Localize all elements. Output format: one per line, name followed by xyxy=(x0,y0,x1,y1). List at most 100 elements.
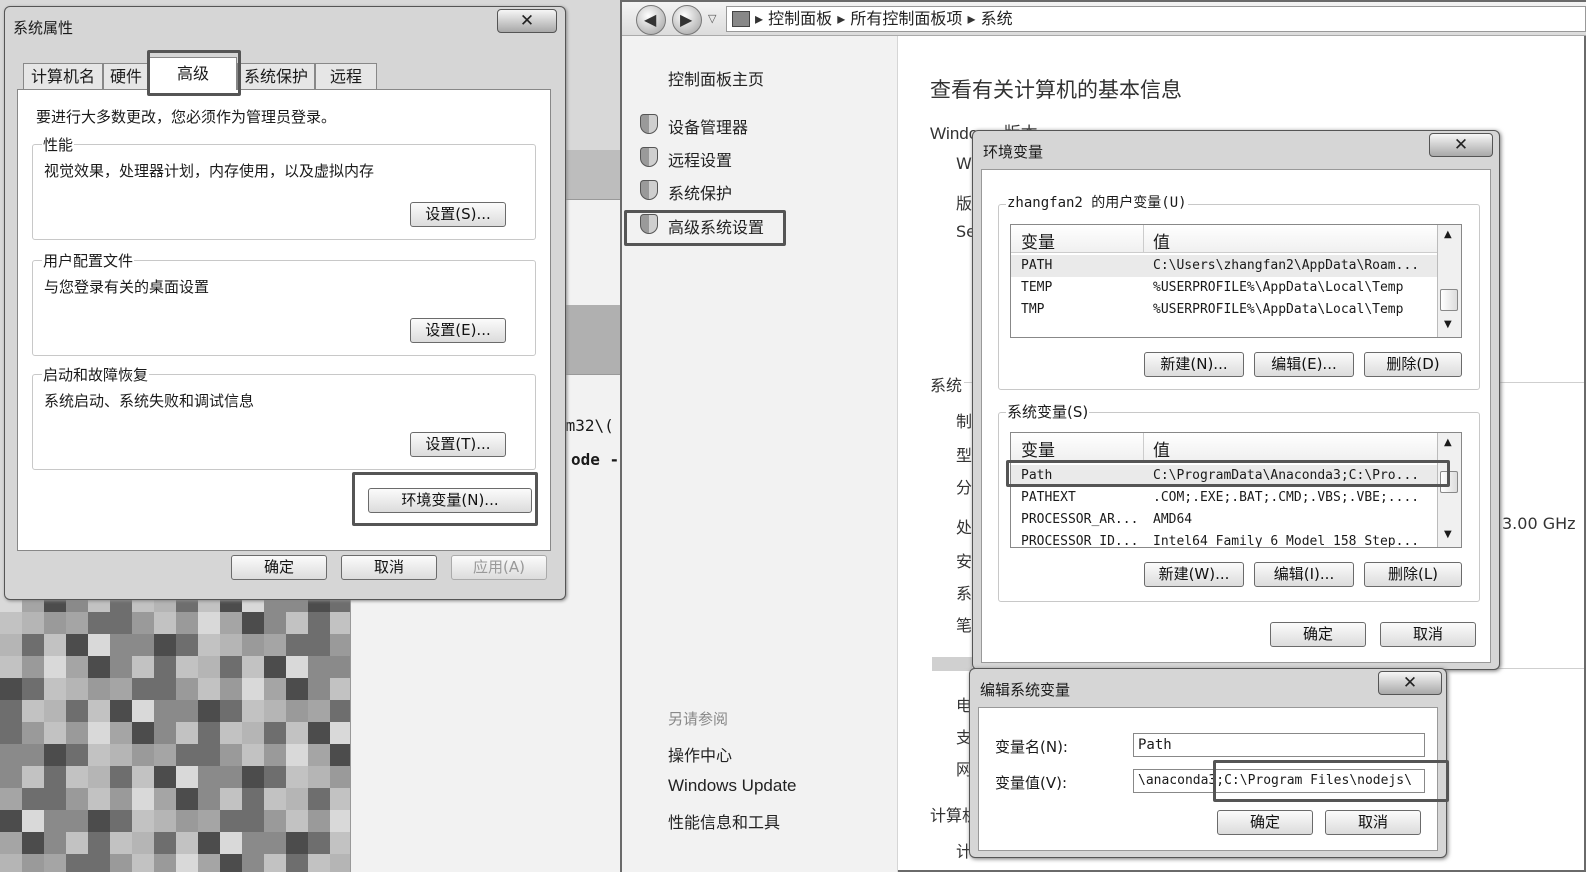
table-row[interactable]: PATHEXT .COM;.EXE;.BAT;.CMD;.VBS;.VBE;..… xyxy=(1011,487,1437,509)
forward-button[interactable]: ▶ xyxy=(672,5,702,35)
group-label-startup-recovery: 启动和故障恢复 xyxy=(42,364,150,385)
mosaic-tile xyxy=(22,700,44,722)
tab-computer-name[interactable]: 计算机名 xyxy=(23,63,103,90)
address-bar[interactable]: ▸ 控制面板 ▸ 所有控制面板项 ▸ 系统 xyxy=(726,6,1586,32)
user-delete-button[interactable]: 删除(D) xyxy=(1364,352,1462,377)
close-icon: ✕ xyxy=(519,11,535,31)
system-variables-label: 系统变量(S) xyxy=(1006,401,1090,422)
apply-button[interactable]: 应用(A) xyxy=(451,555,547,580)
mosaic-tile xyxy=(110,700,132,722)
cancel-button[interactable]: 取消 xyxy=(341,555,437,580)
system-edit-button[interactable]: 编辑(I)... xyxy=(1254,562,1354,587)
cancel-button[interactable]: 取消 xyxy=(1325,810,1421,835)
breadcrumb-item[interactable]: 系统 xyxy=(981,9,1013,28)
column-header-variable[interactable]: 变量 xyxy=(1021,228,1055,253)
close-button[interactable]: ✕ xyxy=(1429,133,1493,157)
table-row[interactable]: TMP %USERPROFILE%\AppData\Local\Temp xyxy=(1011,299,1437,321)
performance-settings-button[interactable]: 设置(S)... xyxy=(410,202,506,227)
mosaic-tile xyxy=(176,832,198,854)
table-row[interactable]: PROCESSOR_AR... AMD64 xyxy=(1011,509,1437,531)
sidebar-item-remote-settings[interactable]: 远程设置 xyxy=(668,147,732,171)
system-new-button[interactable]: 新建(W)... xyxy=(1144,562,1244,587)
mosaic-tile xyxy=(0,766,22,788)
mosaic-tile xyxy=(154,854,176,872)
back-button[interactable]: ◀ xyxy=(636,5,666,35)
system-delete-button[interactable]: 删除(L) xyxy=(1364,562,1462,587)
mosaic-tile xyxy=(132,744,154,766)
see-also-action-center[interactable]: 操作中心 xyxy=(668,742,732,766)
scroll-up-icon[interactable]: ▲ xyxy=(1444,437,1452,448)
mosaic-tile xyxy=(88,832,110,854)
startup-recovery-description: 系统启动、系统失败和调试信息 xyxy=(44,392,255,410)
mosaic-tile xyxy=(22,810,44,832)
group-label-performance: 性能 xyxy=(42,134,75,155)
mosaic-tile xyxy=(0,678,22,700)
user-profiles-settings-button[interactable]: 设置(E)... xyxy=(410,318,506,343)
vertical-scrollbar[interactable]: ▲ ▼ xyxy=(1437,433,1461,547)
column-header-value[interactable]: 值 xyxy=(1153,228,1170,253)
variable-name-input[interactable]: Path xyxy=(1133,733,1425,757)
close-button[interactable]: ✕ xyxy=(497,9,557,33)
mosaic-tile xyxy=(88,722,110,744)
sidebar-item-system-protection[interactable]: 系统保护 xyxy=(668,180,732,204)
column-header-variable[interactable]: 变量 xyxy=(1021,436,1055,461)
user-new-button[interactable]: 新建(N)... xyxy=(1144,352,1244,377)
history-dropdown-icon[interactable]: ▽ xyxy=(708,12,716,25)
mosaic-tile xyxy=(176,744,198,766)
scroll-down-icon[interactable]: ▼ xyxy=(1444,319,1452,330)
system-variables-list[interactable]: 变量 值 Path C:\ProgramData\Anaconda3;C:\Pr… xyxy=(1010,432,1462,548)
mosaic-tile xyxy=(66,612,88,634)
breadcrumb-item[interactable]: 所有控制面板项 xyxy=(850,9,962,28)
edit-variable-body: 变量名(N): Path 变量值(V): \anaconda3;C:\Progr… xyxy=(978,707,1449,851)
info-label-fragment: 系 xyxy=(956,584,973,603)
table-row[interactable]: PROCESSOR_ID... Intel64 Family 6 Model 1… xyxy=(1011,531,1437,547)
mosaic-tile xyxy=(110,678,132,700)
user-edit-button[interactable]: 编辑(E)... xyxy=(1254,352,1354,377)
breadcrumb-item[interactable]: 控制面板 xyxy=(768,9,832,28)
mosaic-tile xyxy=(308,744,330,766)
ok-button[interactable]: 确定 xyxy=(231,555,327,580)
mosaic-tile xyxy=(154,700,176,722)
mosaic-tile xyxy=(220,722,242,744)
mosaic-tile xyxy=(220,634,242,656)
column-header-value[interactable]: 值 xyxy=(1153,436,1170,461)
table-row[interactable]: PATH C:\Users\zhangfan2\AppData\Roam... xyxy=(1011,255,1437,277)
table-row[interactable]: TEMP %USERPROFILE%\AppData\Local\Temp xyxy=(1011,277,1437,299)
mosaic-tile xyxy=(66,744,88,766)
mosaic-tile xyxy=(330,634,350,656)
mosaic-tile xyxy=(0,700,22,722)
see-also-performance-tools[interactable]: 性能信息和工具 xyxy=(668,809,780,833)
scroll-up-icon[interactable]: ▲ xyxy=(1444,229,1452,240)
see-also-windows-update[interactable]: Windows Update xyxy=(668,776,797,796)
variable-name-cell: TMP xyxy=(1021,302,1045,317)
column-divider xyxy=(1143,433,1144,461)
highlight-box xyxy=(1213,760,1449,802)
ok-button[interactable]: 确定 xyxy=(1270,622,1366,647)
tab-hardware[interactable]: 硬件 xyxy=(103,63,149,90)
mosaic-tile xyxy=(242,854,264,872)
sidebar-home-link[interactable]: 控制面板主页 xyxy=(668,66,764,90)
mosaic-tile xyxy=(88,656,110,678)
mosaic-tile xyxy=(154,832,176,854)
mosaic-tile xyxy=(198,810,220,832)
vertical-scrollbar[interactable]: ▲ ▼ xyxy=(1437,225,1461,337)
mosaic-tile xyxy=(132,634,154,656)
user-variables-list[interactable]: 变量 值 PATH C:\Users\zhangfan2\AppData\Roa… xyxy=(1010,224,1462,338)
mosaic-tile xyxy=(88,788,110,810)
tab-remote[interactable]: 远程 xyxy=(315,63,377,90)
sidebar-item-device-manager[interactable]: 设备管理器 xyxy=(668,114,748,138)
tab-system-protection[interactable]: 系统保护 xyxy=(237,63,315,90)
ok-button[interactable]: 确定 xyxy=(1217,810,1313,835)
scroll-thumb[interactable] xyxy=(1440,289,1458,311)
info-label-fragment: 处 xyxy=(956,518,973,537)
startup-recovery-settings-button[interactable]: 设置(T)... xyxy=(410,432,506,457)
mosaic-tile xyxy=(286,854,308,872)
mosaic-tile xyxy=(66,788,88,810)
mosaic-tile xyxy=(44,678,66,700)
mosaic-tile xyxy=(220,810,242,832)
mosaic-tile xyxy=(88,810,110,832)
variable-value-cell: .COM;.EXE;.BAT;.CMD;.VBS;.VBE;.... xyxy=(1153,490,1420,505)
cancel-button[interactable]: 取消 xyxy=(1380,622,1476,647)
close-button[interactable]: ✕ xyxy=(1378,671,1442,695)
scroll-down-icon[interactable]: ▼ xyxy=(1444,529,1452,540)
